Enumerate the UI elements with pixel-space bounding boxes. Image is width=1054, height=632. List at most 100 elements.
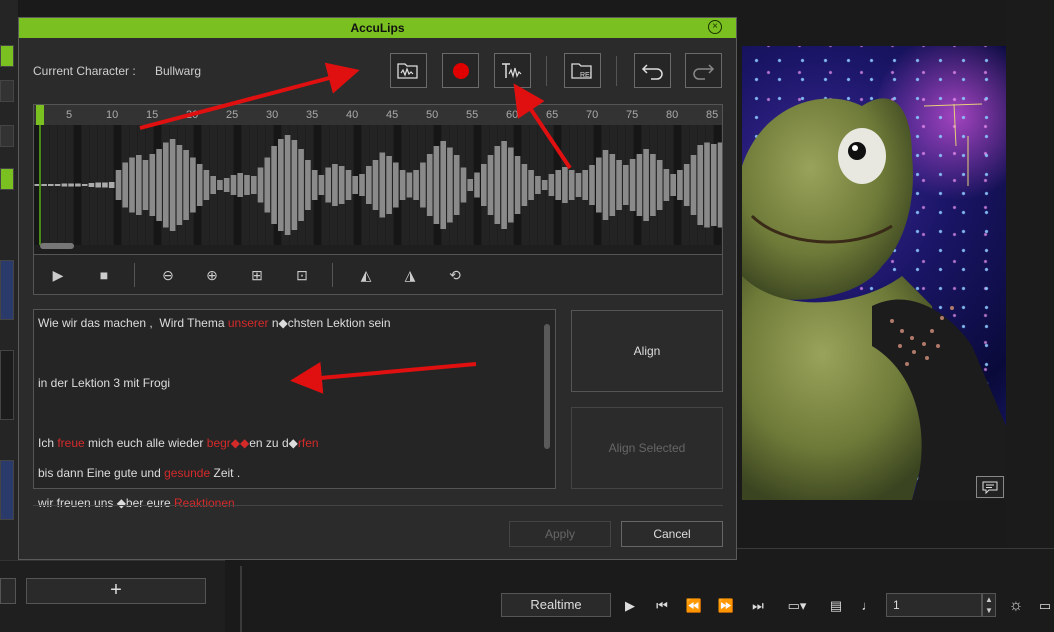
unrecognized-word: freue	[57, 436, 85, 450]
waveform-bar	[535, 176, 541, 194]
waveform-bar	[190, 157, 196, 213]
waveform-bar	[142, 160, 149, 210]
waveform-bar	[501, 141, 507, 229]
waveform-bar	[81, 184, 88, 186]
zoom-selection-icon[interactable]: ⊞	[247, 265, 267, 285]
script-line[interactable]: Ich freue mich euch alle wieder begr◆◆en…	[38, 436, 537, 451]
waveform-bar	[697, 145, 703, 225]
script-text: Ich	[38, 436, 58, 450]
waveform-bar	[68, 183, 74, 187]
text-scrollbar[interactable]	[544, 324, 550, 449]
prev-mark-icon[interactable]: ◭	[356, 265, 376, 285]
align-button[interactable]: Align	[571, 310, 723, 392]
timeline-scrollbar[interactable]	[40, 243, 74, 249]
script-text: en zu d	[249, 436, 289, 450]
unrecognized-word: unserer	[227, 316, 269, 330]
go-start-icon[interactable]: ⏮	[652, 596, 672, 616]
dialog-title[interactable]: AccuLips	[19, 18, 736, 38]
align-selected-button[interactable]: Align Selected	[571, 407, 723, 489]
waveform-bar	[183, 150, 189, 220]
ruler-tick-label: 40	[346, 109, 359, 121]
3d-viewport[interactable]	[742, 46, 1006, 500]
left-tab[interactable]	[0, 125, 14, 147]
script-line[interactable]: Wie wir das machen , Wird Thema unserer …	[38, 316, 537, 331]
music-note-icon[interactable]: ♩	[858, 596, 878, 616]
add-button[interactable]: +	[26, 578, 206, 604]
waveform-bar	[379, 152, 386, 218]
import-rei-button[interactable]: REI	[564, 53, 601, 88]
comment-icon[interactable]: ▤	[826, 596, 846, 616]
waveform-bar	[528, 170, 534, 200]
ruler-tick-label: 55	[466, 109, 479, 121]
zoom-out-icon[interactable]: ⊖	[158, 265, 178, 285]
ruler-tick-label: 10	[106, 109, 119, 121]
waveform-bar	[704, 142, 710, 228]
sun-icon[interactable]: ☼	[1006, 596, 1026, 616]
waveform-bar	[305, 160, 311, 210]
stop-icon[interactable]: ■	[94, 265, 114, 285]
frog-character-render	[742, 98, 1006, 500]
left-thumbnail[interactable]	[0, 460, 14, 520]
step-back-icon[interactable]: ⏪	[684, 596, 704, 616]
cancel-button[interactable]: Cancel	[621, 521, 723, 547]
waveform-bar	[548, 174, 555, 196]
left-footer-button[interactable]	[0, 578, 16, 604]
play-icon[interactable]: ▶	[48, 265, 68, 285]
waveform-bar	[156, 149, 162, 221]
waveform-bar	[582, 170, 588, 200]
waveform-timeline[interactable]: 5 10 15 20 25 30 35 40 45 50 55 60 65 70 75 80 85	[33, 104, 723, 255]
realtime-dropdown[interactable]: Realtime	[501, 593, 611, 617]
waveform-bar	[325, 167, 331, 203]
undo-button[interactable]	[634, 53, 671, 88]
script-text: n◆chsten Lektion sein	[268, 316, 391, 330]
left-thumbnail[interactable]	[0, 350, 14, 420]
panel-icon[interactable]: ▭	[1036, 596, 1054, 616]
script-blank-line[interactable]	[38, 346, 537, 376]
timeline-ruler[interactable]: 5 10 15 20 25 30 35 40 45 50 55 60 65 70 75 80 85	[34, 105, 722, 125]
playhead[interactable]	[36, 105, 44, 125]
waveform-bar	[406, 172, 413, 198]
ruler-tick-label: 80	[666, 109, 679, 121]
redo-button[interactable]	[685, 53, 722, 88]
screen-icon[interactable]: ▭▾	[782, 596, 812, 616]
frame-input[interactable]: 1	[886, 593, 982, 617]
import-audio-button[interactable]	[390, 53, 427, 88]
script-line[interactable]: wir freuen uns ◆ber eure Reaktionen	[38, 496, 537, 511]
left-tab-green[interactable]	[0, 45, 14, 67]
script-text: mich euch alle wieder	[84, 436, 207, 450]
ruler-tick-label: 50	[426, 109, 439, 121]
script-text: in der Lektion 3 mit Frogi	[38, 376, 171, 390]
ruler-tick-label: 25	[226, 109, 239, 121]
go-end-icon[interactable]: ⏭	[748, 596, 768, 616]
loop-icon[interactable]: ⟲	[445, 265, 465, 285]
left-tab[interactable]	[0, 80, 14, 102]
script-text-editor[interactable]: Wie wir das machen , Wird Thema unserer …	[33, 309, 556, 510]
folder-rei-icon: REI	[565, 54, 600, 87]
unrecognized-word: gesunde	[164, 466, 211, 480]
text-to-wave-button[interactable]	[494, 53, 531, 88]
frame-spinner[interactable]: ▲ ▼	[982, 593, 996, 617]
apply-button[interactable]: Apply	[509, 521, 611, 547]
waveform-bar	[420, 162, 426, 208]
zoom-fit-icon[interactable]: ⊡	[292, 265, 312, 285]
waveform-bar	[318, 175, 325, 195]
script-text: bis dann Eine gute und	[38, 466, 165, 480]
text-wave-icon	[495, 54, 530, 87]
script-line[interactable]: in der Lektion 3 mit Frogi	[38, 376, 537, 391]
waveform-bar	[237, 173, 243, 197]
step-forward-icon[interactable]: ⏩	[716, 596, 736, 616]
script-line[interactable]: bis dann Eine gute und gesunde Zeit .	[38, 466, 537, 481]
waveform-bar	[102, 182, 108, 188]
record-button[interactable]	[442, 53, 479, 88]
left-tab-green[interactable]	[0, 168, 14, 190]
waveform-bar	[514, 156, 521, 214]
close-icon[interactable]: ×	[708, 20, 722, 34]
comment-icon[interactable]	[976, 476, 1004, 498]
waveform-bar	[176, 145, 183, 225]
next-mark-icon[interactable]: ◮	[400, 265, 420, 285]
script-blank-line[interactable]	[38, 406, 537, 436]
waveform-bar	[372, 160, 379, 210]
zoom-in-icon[interactable]: ⊕	[202, 265, 222, 285]
left-thumbnail[interactable]	[0, 260, 14, 320]
play-icon[interactable]: ▶	[620, 596, 640, 616]
